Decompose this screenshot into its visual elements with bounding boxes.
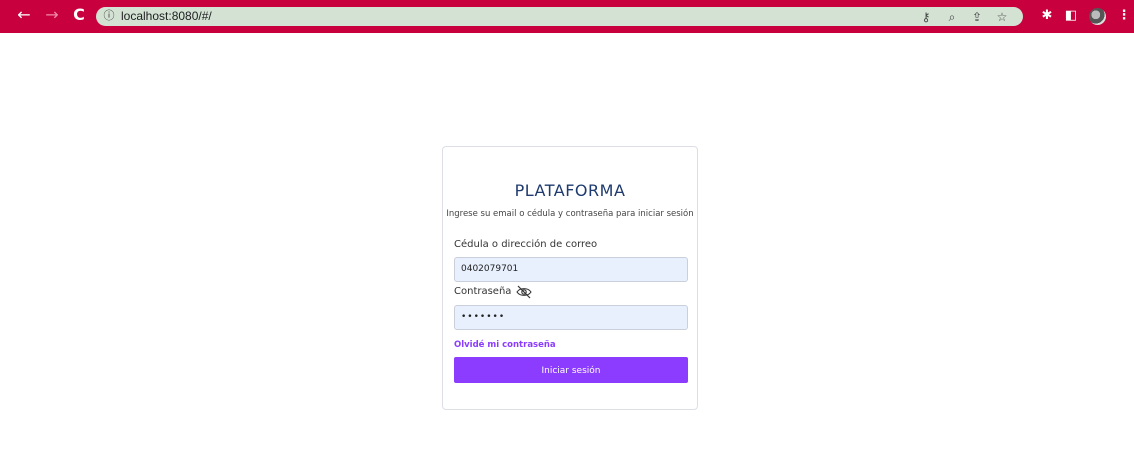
password-label: Contraseña	[454, 286, 512, 297]
back-arrow-icon[interactable]: ←	[16, 7, 32, 23]
browser-toolbar: ← → C ⓘ localhost:8080/#/ ⚷ ⌕ ⇪ ☆ ✱ ◧ ⋮	[0, 0, 1134, 33]
reload-icon[interactable]: C	[71, 7, 87, 23]
star-icon[interactable]: ☆	[995, 10, 1009, 24]
user-input[interactable]: 0402079701	[454, 257, 688, 282]
forgot-password-link[interactable]: Olvidé mi contraseña	[454, 340, 556, 350]
zoom-icon[interactable]: ⌕	[945, 10, 959, 24]
key-icon[interactable]: ⚷	[919, 10, 933, 24]
avatar[interactable]	[1089, 8, 1106, 25]
info-icon[interactable]: ⓘ	[102, 9, 116, 23]
user-label: Cédula o dirección de correo	[454, 239, 598, 250]
page-title: PLATAFORMA	[514, 181, 626, 200]
login-subtitle: Ingrese su email o cédula y contraseña p…	[446, 209, 694, 219]
forward-arrow-icon[interactable]: →	[44, 7, 60, 23]
login-card: PLATAFORMA Ingrese su email o cédula y c…	[442, 146, 698, 410]
kebab-menu-icon[interactable]: ⋮	[1116, 8, 1132, 24]
address-bar[interactable]: ⓘ localhost:8080/#/ ⚷ ⌕ ⇪ ☆	[96, 7, 1023, 26]
url-text[interactable]: localhost:8080/#/	[121, 9, 212, 24]
share-icon[interactable]: ⇪	[970, 10, 984, 24]
password-input[interactable]: •••••••	[454, 305, 688, 330]
login-button[interactable]: Iniciar sesión	[454, 357, 688, 383]
eye-off-icon[interactable]	[516, 285, 532, 299]
side-panel-icon[interactable]: ◧	[1063, 8, 1079, 24]
puzzle-icon[interactable]: ✱	[1039, 8, 1055, 24]
